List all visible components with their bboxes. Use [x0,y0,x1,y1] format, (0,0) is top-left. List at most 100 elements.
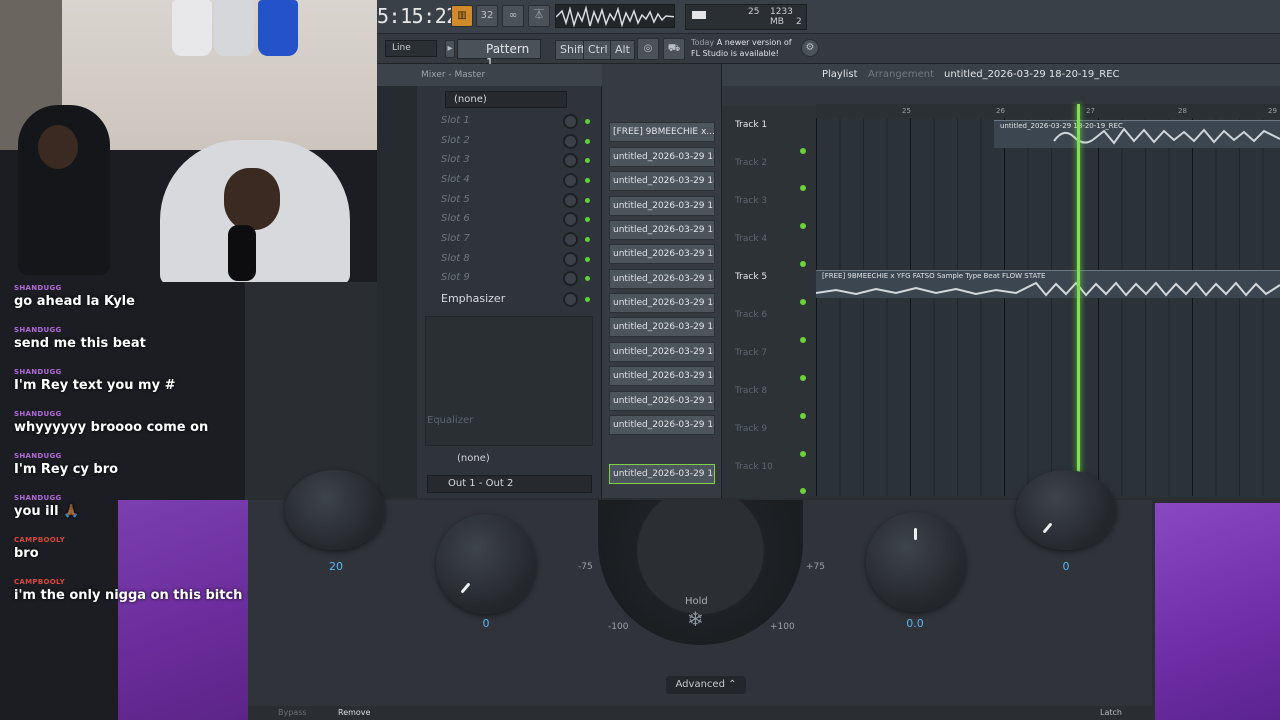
audio-clip-rec[interactable]: untitled_2026-03-29 18-20-19_REC [994,120,1280,148]
touch-icon[interactable]: ◎ [637,38,659,60]
clip-source-item[interactable]: untitled_2026-03-29 18-... [609,196,715,216]
slot-enable-led[interactable] [585,257,590,262]
timeline-ruler[interactable]: 25 26 27 28 29 [816,104,1280,118]
slot-mix-knob[interactable] [563,193,578,208]
clip-source-item[interactable]: untitled_2026-03-29 18-... [609,366,715,386]
slot-enable-led[interactable] [585,198,590,203]
hold-label: Hold [685,596,708,607]
chat-username: SHANDUGG [14,284,62,292]
pattern-select[interactable]: Pattern 1 [457,39,541,70]
clip-source-item[interactable]: untitled_2026-03-29 18-... [609,415,715,435]
slot-8[interactable]: Slot 8 [433,250,553,269]
bypass-toggle[interactable]: Bypass [278,708,307,717]
slot-mix-knob[interactable] [563,252,578,267]
snap-select[interactable]: Line [385,40,437,57]
chat-text: send me this beat [14,336,146,351]
clip-source-item[interactable]: untitled_2026-03-29 18-... [609,244,715,264]
remove-toggle[interactable]: Remove [338,708,370,717]
playhead[interactable] [1077,104,1080,496]
slot-mix-knob[interactable] [563,153,578,168]
slot-mix-knob[interactable] [563,271,578,286]
clip-waveform-icon [1053,127,1280,145]
eq-panel [425,316,593,446]
knob-d[interactable] [1016,470,1116,550]
clip-source-item-selected[interactable]: untitled_2026-03-29 18-... [609,464,715,484]
slot-1[interactable]: Slot 1 [433,112,553,131]
clip-source-item[interactable]: untitled_2026-03-29 18-... [609,317,715,337]
chat-text: I'm Rey text you my # [14,378,176,393]
slot-7[interactable]: Slot 7 [433,230,553,249]
beat-icon[interactable]: 32 [476,5,498,27]
slot-mix-knob[interactable] [563,134,578,149]
slot-mix-knob[interactable] [563,232,578,247]
track-mute-led[interactable] [800,185,806,191]
clip-source-item[interactable]: untitled_2026-03-29 18-... [609,220,715,240]
track-mute-led[interactable] [800,451,806,457]
refresh-icon[interactable]: ⚙ [801,39,819,57]
clip-source-item[interactable]: untitled_2026-03-29 18-... [609,147,715,167]
chat-text: you ill 🙏🏾 [14,504,80,519]
ctrl-button[interactable]: Ctrl [583,40,613,60]
knob-b-value: 0 [482,617,490,630]
audio-clip-beat[interactable]: [FREE] 9BMEECHIE x YFG FATSO Sample Type… [816,270,1280,298]
clip-source-item[interactable]: untitled_2026-03-29 18-... [609,171,715,191]
slot-enable-led[interactable] [585,158,590,163]
wait-icon[interactable]: ∞ [502,5,524,27]
slot-enable-led[interactable] [585,178,590,183]
play-pattern-icon[interactable]: ▸ [445,40,455,58]
step-mode-icon[interactable]: ▥ [451,5,473,27]
clip-source-item[interactable]: untitled_2026-03-29 18-... [609,269,715,289]
slot-2[interactable]: Slot 2 [433,132,553,151]
slot-9[interactable]: Slot 9 [433,269,553,288]
chat-username: SHANDUGG [14,452,62,460]
clip-source-item[interactable]: [FREE] 9BMEECHIE x... [609,122,715,142]
person-right-face [224,168,280,230]
slot-mix-knob[interactable] [563,114,578,129]
knob-c[interactable] [866,512,966,612]
slot-6[interactable]: Slot 6 [433,210,553,229]
mixer-input-select[interactable]: (none) [445,91,567,108]
advanced-button[interactable]: Advanced ⌃ [666,676,746,694]
plugin-bottom-bar: Bypass Remove Latch [248,706,1152,720]
track-mute-led[interactable] [800,148,806,154]
clip-source-item[interactable]: untitled_2026-03-29 18-... [609,293,715,313]
playlist-grid[interactable] [816,118,1280,496]
freeze-icon[interactable]: ❄ [687,607,704,631]
slot-enable-led[interactable] [585,217,590,222]
track-mute-led[interactable] [800,375,806,381]
track-mute-led[interactable] [800,261,806,267]
track-mute-led[interactable] [800,488,806,494]
bar-25: 25 [902,107,911,115]
track-mute-led[interactable] [800,299,806,305]
track-mute-led[interactable] [800,223,806,229]
shop-icon[interactable]: ⛟ [663,38,685,60]
slot-mix-knob[interactable] [563,212,578,227]
knob-a[interactable] [285,470,385,550]
slot-enable-led[interactable] [585,119,590,124]
mixer-panel: Mixer - Master (none) Slot 1 Slot 2 Slot… [377,64,602,498]
slot-5[interactable]: Slot 5 [433,191,553,210]
knob-a-value: 20 [329,560,343,573]
alt-button[interactable]: Alt [610,40,635,60]
slot-enable-led[interactable] [585,297,590,302]
effect-emphasizer[interactable]: Emphasizer [433,290,563,309]
chat-username: SHANDUGG [14,368,62,376]
slot-mix-knob[interactable] [563,173,578,188]
metronome-icon[interactable]: ⏄ [528,5,550,27]
slot-enable-led[interactable] [585,139,590,144]
news-panel[interactable]: Today A newer version of FL Studio is av… [691,37,801,61]
slot-mix-knob[interactable] [563,292,578,307]
slot-enable-led[interactable] [585,237,590,242]
latch-toggle[interactable]: Latch [1100,708,1122,717]
clip-source-item[interactable]: untitled_2026-03-29 18-... [609,342,715,362]
playlist-tools [722,86,1280,106]
sidechain-select[interactable]: (none) [427,451,567,469]
track-mute-led[interactable] [800,413,806,419]
slot-3[interactable]: Slot 3 [433,151,553,170]
knob-b[interactable] [436,514,536,614]
clip-source-item[interactable]: untitled_2026-03-29 18-... [609,391,715,411]
slot-enable-led[interactable] [585,276,590,281]
track-mute-led[interactable] [800,337,806,343]
slot-4[interactable]: Slot 4 [433,171,553,190]
output-select[interactable]: Out 1 - Out 2 [427,475,592,493]
